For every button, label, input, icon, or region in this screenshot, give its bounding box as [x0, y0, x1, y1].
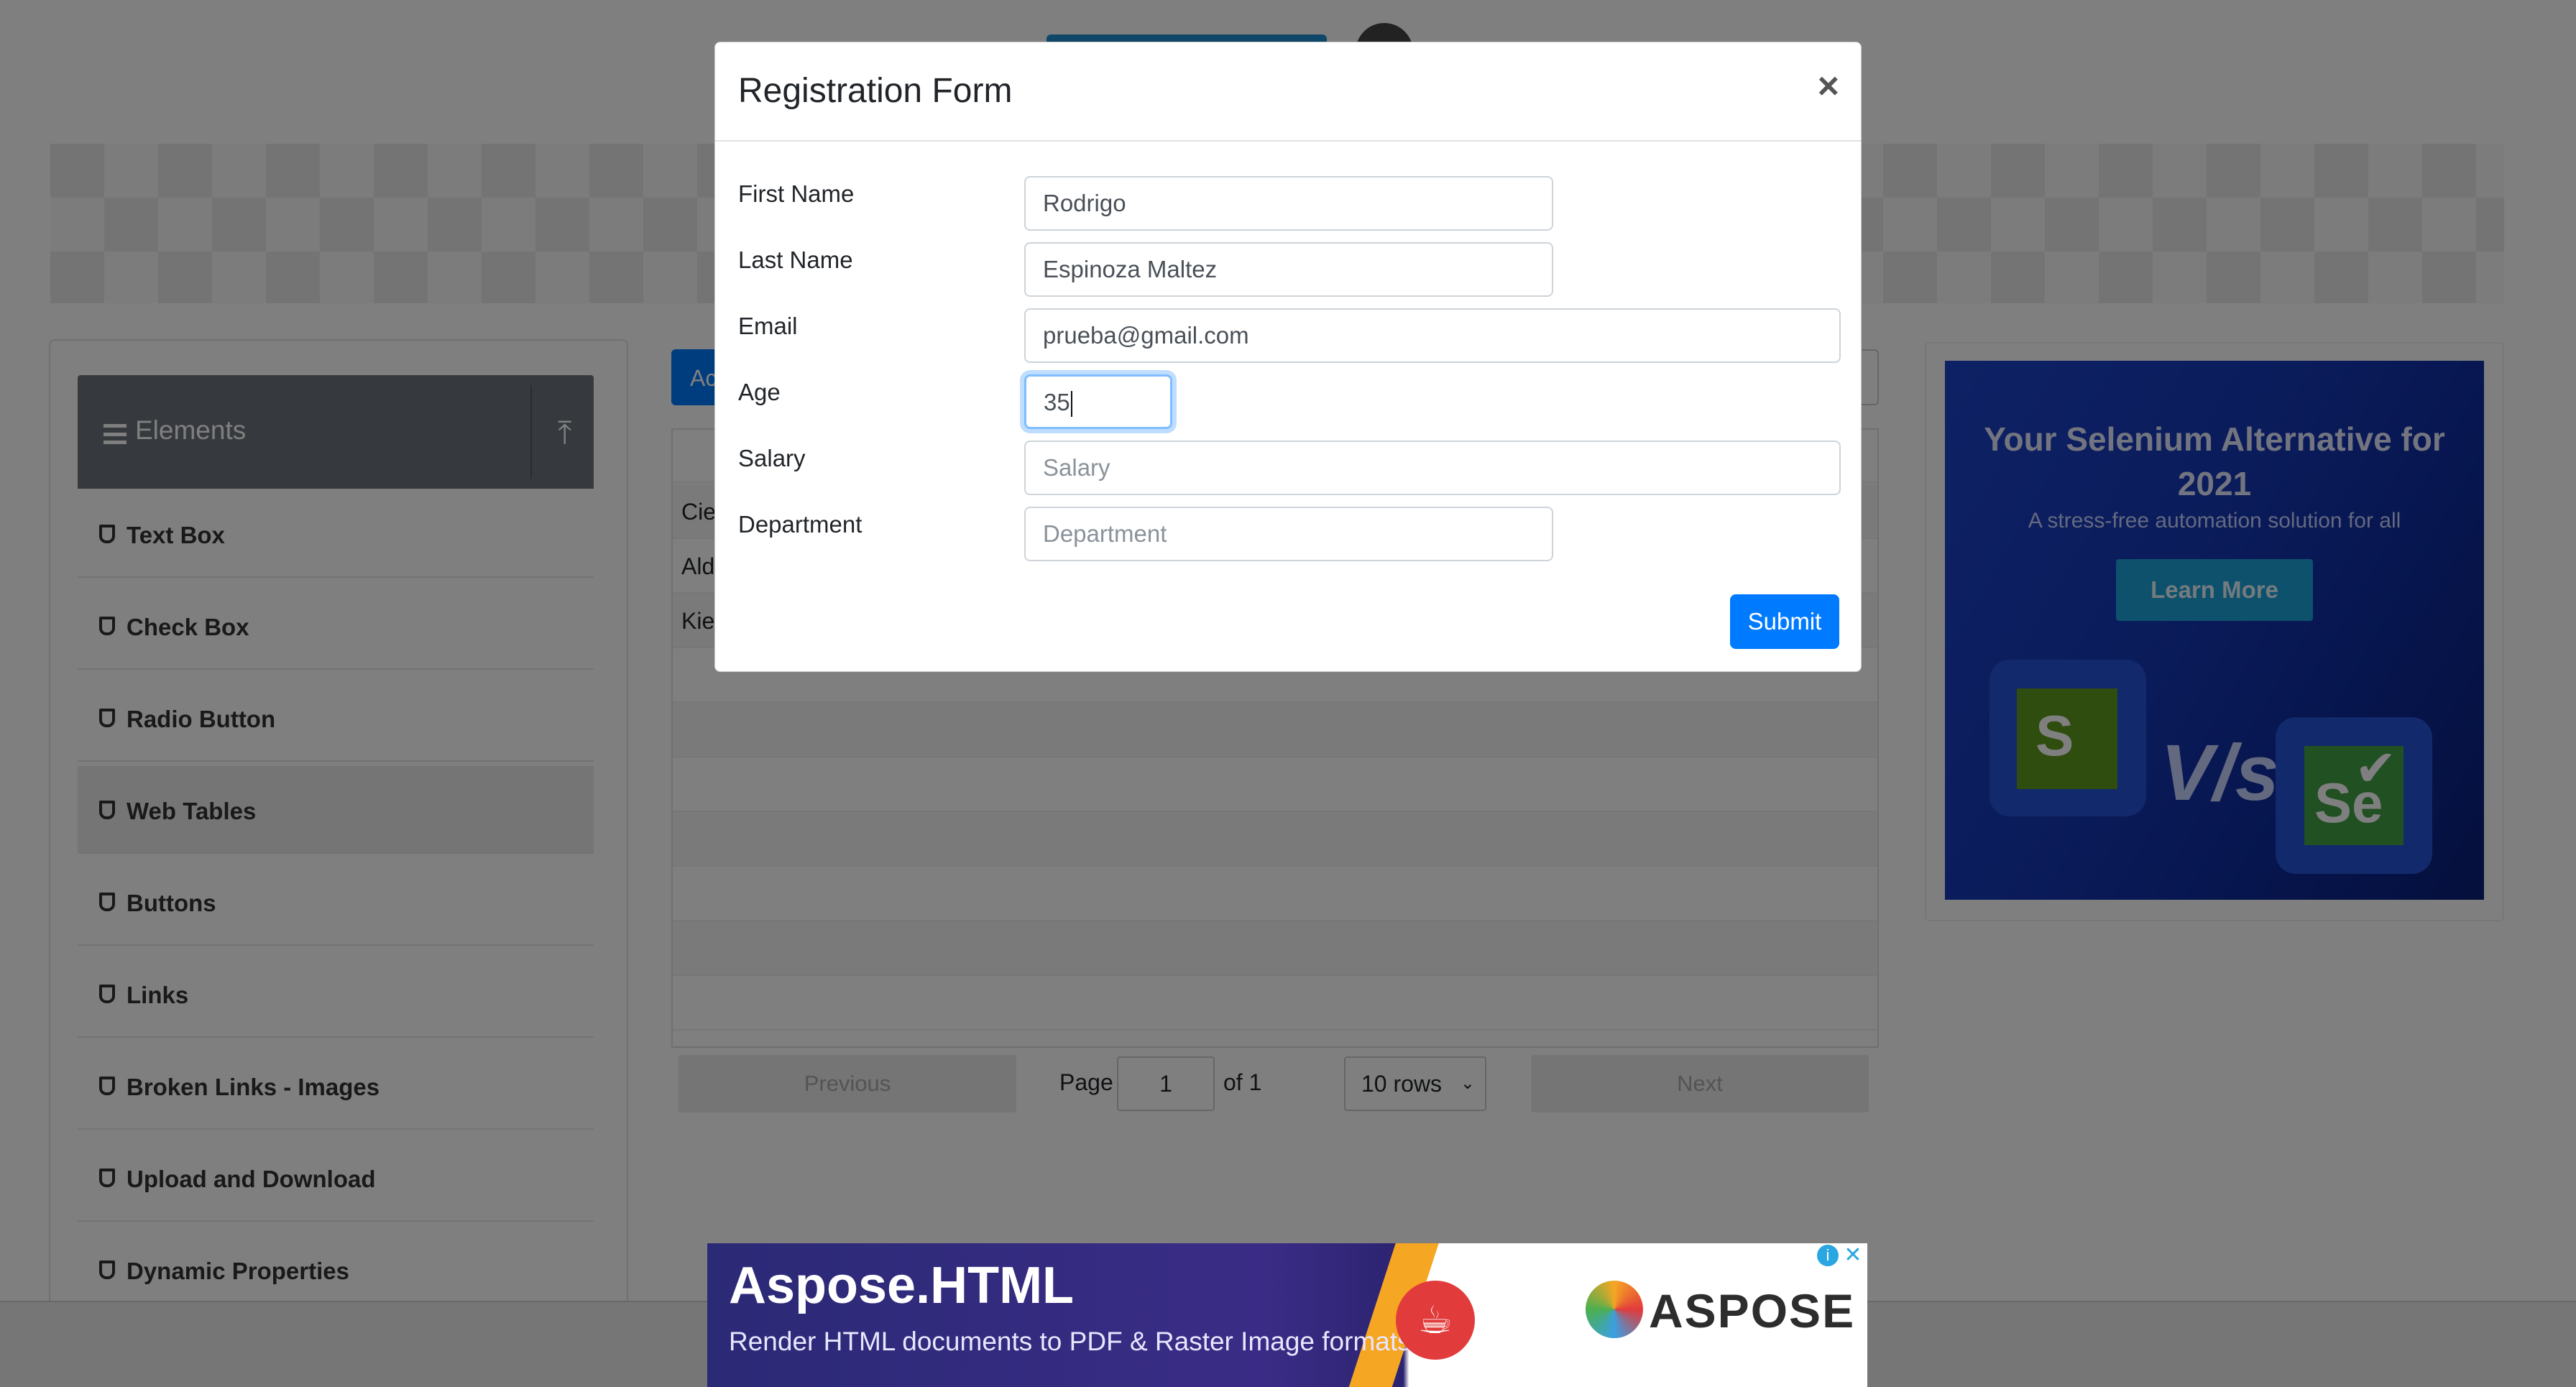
age-label: Age	[738, 379, 781, 405]
salary-input[interactable]: Salary	[1024, 441, 1841, 495]
first-name-label: First Name	[738, 180, 855, 207]
bottom-ad[interactable]: Aspose.HTML Render HTML documents to PDF…	[707, 1243, 1867, 1387]
age-input[interactable]: 35	[1024, 374, 1172, 429]
last-name-input[interactable]: Espinoza Maltez	[1024, 242, 1553, 297]
first-name-input[interactable]: Rodrigo	[1024, 176, 1553, 231]
submit-button[interactable]: Submit	[1730, 594, 1839, 649]
modal-header: Registration Form ×	[715, 42, 1861, 142]
department-label: Department	[738, 511, 862, 538]
adchoices-icon[interactable]: i	[1817, 1245, 1839, 1266]
ad-tagline: Render HTML documents to PDF & Raster Im…	[729, 1327, 1411, 1356]
ad-brand: ASPOSE	[1649, 1284, 1856, 1337]
modal-title: Registration Form	[738, 72, 1013, 110]
salary-label: Salary	[738, 445, 806, 471]
aspose-logo-icon	[1586, 1281, 1643, 1338]
age-input-value: 35	[1044, 389, 1070, 415]
java-icon: ☕	[1396, 1281, 1475, 1360]
ad-headline: Aspose.HTML	[729, 1257, 1075, 1314]
email-input[interactable]: prueba@gmail.com	[1024, 308, 1841, 363]
last-name-label: Last Name	[738, 246, 853, 273]
email-label: Email	[738, 313, 798, 339]
close-icon[interactable]: ✕	[1841, 1245, 1864, 1268]
registration-modal: Registration Form × First Name Rodrigo L…	[714, 42, 1862, 672]
close-icon[interactable]: ×	[1818, 68, 1839, 105]
text-caret	[1070, 391, 1072, 418]
department-input[interactable]: Department	[1024, 507, 1553, 561]
